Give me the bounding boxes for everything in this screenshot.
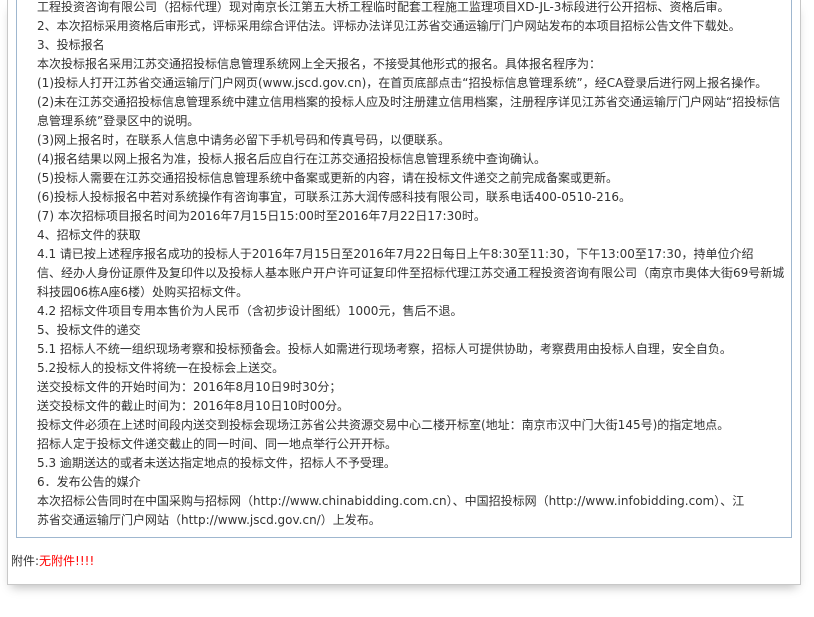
attachment-row: 附件:无附件!!!! (11, 552, 94, 570)
text-line: (2)未在江苏交通招投标信息管理系统中建立信用档案的投标人应及时注册建立信用档案… (37, 95, 781, 109)
announcement-content: 工程投资咨询有限公司（招标代理）现对南京长江第五大桥工程临时配套工程施工监理项目… (16, 0, 792, 538)
text-line: 苏省交通运输厅门户网站（http://www.jscd.gov.cn/）上发布。 (37, 513, 381, 527)
section-heading: 6．发布公告的媒介 (37, 475, 141, 489)
text-line: 5.3 逾期送达的或者未送达指定地点的投标文件，招标人不予受理。 (37, 456, 396, 470)
text-line: 5.2投标人的投标文件将统一在投标会上送交。 (37, 361, 285, 375)
announcement-text: 工程投资咨询有限公司（招标代理）现对南京长江第五大桥工程临时配套工程施工监理项目… (37, 0, 789, 530)
text-line: 送交投标文件的开始时间为：2016年8月10日9时30分； (37, 380, 342, 394)
text-line: (1)投标人打开江苏省交通运输厅门户网页(www.jscd.gov.cn)，在首… (37, 76, 768, 90)
text-line: (5)投标人需要在江苏交通招投标信息管理系统中备案或更新的内容，请在投标文件递交… (37, 171, 619, 185)
text-line: 本次招标公告同时在中国采购与招标网（http://www.chinabiddin… (37, 494, 745, 508)
text-line: 息管理系统”登录区中的说明。 (37, 114, 200, 128)
text-line: 5.1 招标人不统一组织现场考察和投标预备会。投标人如需进行现场考察，招标人可提… (37, 342, 732, 356)
text-line: (4)报名结果以网上报名为准，投标人报名后应自行在江苏交通招投标信息管理系统中查… (37, 152, 547, 166)
text-line: 2、本次招标采用资格后审形式，评标采用综合评估法。评标办法详见江苏省交通运输厅门… (37, 19, 741, 33)
text-line: 4.1 请已按上述程序报名成功的投标人于2016年7月15日至2016年7月22… (37, 247, 754, 261)
text-line: 4.2 招标文件项目专用本售价为人民币（含初步设计图纸）1000元，售后不退。 (37, 304, 463, 318)
attachment-label: 附件: (11, 554, 40, 568)
text-line: (7) 本次招标项目报名时间为2016年7月15日15:00时至2016年7月2… (37, 209, 486, 223)
section-heading: 3、投标报名 (37, 38, 105, 52)
text-line: 工程投资咨询有限公司（招标代理）现对南京长江第五大桥工程临时配套工程施工监理项目… (37, 0, 730, 14)
text-line: 本次投标报名采用江苏交通招投标信息管理系统网上全天报名，不接受其他形式的报名。具… (37, 57, 602, 71)
text-line: (6)投标人投标报名中若对系统操作有咨询事宜，可联系江苏大润传感科技有限公司，联… (37, 190, 632, 204)
text-line: 信、经办人身份证原件及复印件以及投标人基本账户开户许可证复印件至招标代理江苏交通… (37, 266, 785, 280)
text-line: 科技园06栋A座6楼）处购买招标文件。 (37, 285, 249, 299)
text-line: (3)网上报名时，在联系人信息中请务必留下手机号码和传真号码，以便联系。 (37, 133, 451, 147)
attachment-value: 无附件!!!! (39, 554, 95, 568)
text-line: 投标文件必须在上述时间段内送交到投标会现场江苏省公共资源交易中心二楼开标室(地址… (37, 418, 730, 432)
text-line: 招标人定于投标文件递交截止的同一时间、同一地点举行公开开标。 (37, 437, 398, 451)
text-line: 送交投标文件的截止时间为：2016年8月10日10时00分。 (37, 399, 349, 413)
section-heading: 5、投标文件的递交 (37, 323, 141, 337)
section-heading: 4、招标文件的获取 (37, 228, 141, 242)
page-frame: 工程投资咨询有限公司（招标代理）现对南京长江第五大桥工程临时配套工程施工监理项目… (7, 0, 801, 585)
